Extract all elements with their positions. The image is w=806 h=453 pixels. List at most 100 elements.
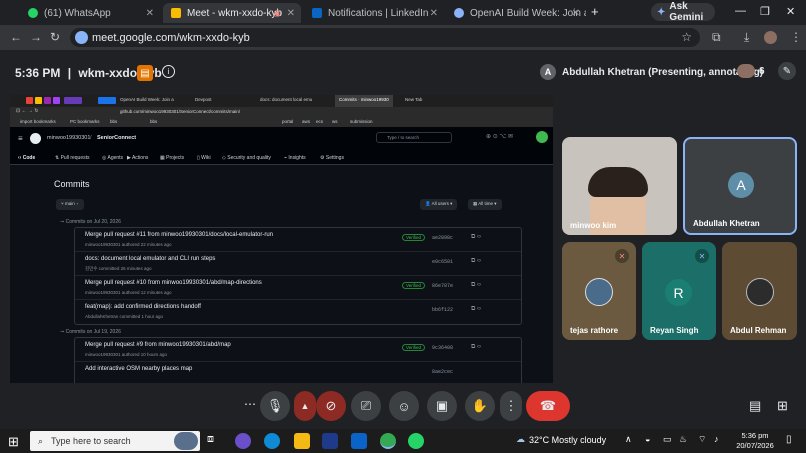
- outlook-icon[interactable]: [351, 433, 367, 449]
- forward-icon[interactable]: →: [30, 30, 42, 44]
- users-filter[interactable]: 👤 All users ▾: [420, 199, 458, 210]
- nav-security[interactable]: ◇ Security and quality: [222, 155, 271, 161]
- hamburger-icon[interactable]: ≡: [18, 134, 23, 143]
- tray-app-icon[interactable]: ♨: [679, 434, 687, 445]
- nav-wiki[interactable]: ▯ Wiki: [197, 155, 211, 161]
- commit-hash[interactable]: 86e787e: [432, 283, 453, 289]
- store-icon[interactable]: [322, 433, 338, 449]
- nav-settings[interactable]: ⚙ Settings: [320, 155, 344, 161]
- nav-agents[interactable]: ◎ Agents: [102, 155, 123, 161]
- chrome-icon[interactable]: [380, 433, 396, 449]
- close-icon[interactable]: ✕: [287, 8, 295, 19]
- copy-browse-icons[interactable]: ⧉ ‹›: [471, 306, 481, 313]
- commit-title[interactable]: Merge pull request #11 from minwoo199303…: [85, 232, 273, 238]
- commit-title[interactable]: docs: document local emulator and CLI ru…: [85, 256, 215, 262]
- commit-hash[interactable]: 8ae2cec: [432, 369, 453, 375]
- file-explorer-icon[interactable]: [294, 433, 310, 449]
- copy-browse-icons[interactable]: ⧉ ‹›: [471, 258, 481, 265]
- github-search-input[interactable]: Type / to search: [376, 132, 452, 143]
- nav-code[interactable]: ‹› Code: [18, 155, 35, 161]
- chat-icon[interactable]: ▤: [749, 398, 761, 414]
- tray-app-icon[interactable]: ◒: [645, 434, 650, 444]
- commit-hash[interactable]: e0c6501: [432, 259, 453, 265]
- commit-row[interactable]: Merge pull request #11 from minwoo199303…: [75, 228, 521, 252]
- windows-start-icon[interactable]: ⊞: [8, 434, 19, 450]
- time-filter[interactable]: ▦ All time ▾: [468, 199, 502, 210]
- bookmark-star-icon[interactable]: ☆: [681, 30, 692, 44]
- info-icon[interactable]: i: [162, 65, 175, 78]
- annotate-pen-icon[interactable]: ✎: [778, 62, 796, 80]
- whiteboard-icon[interactable]: ▤: [137, 65, 153, 81]
- whatsapp-taskbar-icon[interactable]: [408, 433, 424, 449]
- nav-insights[interactable]: ⌁ Insights: [284, 155, 306, 161]
- captions-button[interactable]: ▣: [427, 391, 457, 421]
- tab-meet[interactable]: Meet - wkm-xxdo-kyb ◉ ✕: [163, 3, 301, 23]
- copy-browse-icons[interactable]: ⧉ ‹›: [471, 234, 481, 241]
- close-icon[interactable]: ✕: [572, 8, 580, 19]
- download-icon[interactable]: ⤓: [744, 30, 749, 45]
- restore-button[interactable]: ❐: [760, 5, 770, 18]
- present-screen-button[interactable]: ⎚: [351, 391, 381, 421]
- window-close-button[interactable]: ✕: [786, 5, 795, 18]
- commit-hash[interactable]: bb6f122: [432, 307, 453, 313]
- github-logo-icon[interactable]: [30, 133, 41, 144]
- tab-openai[interactable]: OpenAI Build Week: Join a glob ✕: [446, 3, 586, 23]
- participant-tile[interactable]: minwoo kim: [562, 137, 677, 235]
- emoji-button[interactable]: ☺: [389, 391, 419, 421]
- nav-projects[interactable]: ▦ Projects: [160, 155, 184, 161]
- copy-browse-icons[interactable]: ⧉ ‹›: [471, 344, 481, 351]
- wifi-icon[interactable]: ⌔: [698, 434, 706, 445]
- leave-call-button[interactable]: ☎: [526, 391, 570, 421]
- raise-hand-button[interactable]: ✋: [465, 391, 495, 421]
- commit-title[interactable]: Merge pull request #10 from minwoo199303…: [85, 280, 262, 286]
- activities-grid-icon[interactable]: ⊞: [777, 398, 788, 414]
- participant-tile-active[interactable]: A Abdullah Khetran: [683, 137, 797, 235]
- commit-title[interactable]: Merge pull request #9 from minwoo1993030…: [85, 342, 231, 348]
- task-view-icon[interactable]: ⧈: [207, 433, 223, 449]
- taskbar-search-input[interactable]: ⌕ Type here to search: [30, 431, 200, 451]
- participants-button[interactable]: 6: [737, 64, 765, 78]
- camera-options-button[interactable]: ▲: [294, 391, 316, 421]
- reload-icon[interactable]: ↻: [50, 30, 60, 44]
- commit-row[interactable]: feat(map): add confirmed directions hand…: [75, 300, 521, 324]
- participant-tile[interactable]: Abdul Rehman: [722, 242, 797, 340]
- commit-hash[interactable]: 9c36408: [432, 345, 453, 351]
- repo-name[interactable]: SeniorConnect: [97, 135, 136, 141]
- volume-icon[interactable]: ♪: [714, 434, 719, 444]
- user-avatar[interactable]: [536, 131, 548, 143]
- address-bar[interactable]: meet.google.com/wkm-xxdo-kyb ☆: [70, 28, 700, 47]
- tray-app-icon[interactable]: ▭: [663, 434, 672, 445]
- tab-linkedin[interactable]: Notifications | LinkedIn ✕: [304, 3, 444, 23]
- nav-pull-requests[interactable]: ⇅ Pull requests: [55, 155, 90, 161]
- commit-title[interactable]: feat(map): add confirmed directions hand…: [85, 304, 201, 310]
- commit-row[interactable]: docs: document local emulator and CLI ru…: [75, 252, 521, 276]
- site-info-icon[interactable]: [75, 31, 88, 44]
- commit-row[interactable]: Merge pull request #10 from minwoo199303…: [75, 276, 521, 300]
- minimize-button[interactable]: —: [735, 5, 746, 17]
- close-icon[interactable]: ✕: [430, 8, 438, 19]
- camera-off-button[interactable]: ⊘: [316, 391, 346, 421]
- edge-icon[interactable]: [264, 433, 280, 449]
- system-clock[interactable]: 5:36 pm 20/07/2026: [735, 431, 775, 451]
- weather-widget[interactable]: ☁ 32°C Mostly cloudy: [516, 434, 606, 445]
- commit-hash[interactable]: ae2898c: [432, 235, 453, 241]
- tab-whatsapp[interactable]: (61) WhatsApp ✕: [20, 3, 160, 23]
- copilot-icon[interactable]: [235, 433, 251, 449]
- commit-row[interactable]: Merge pull request #9 from minwoo1993030…: [75, 338, 521, 362]
- close-icon[interactable]: ✕: [146, 8, 154, 19]
- tray-chevron-icon[interactable]: ∧: [625, 434, 632, 445]
- commit-row[interactable]: Add interactive OSM nearby places map 8a…: [75, 362, 521, 383]
- participant-tile[interactable]: ✕ R Reyan Singh: [642, 242, 716, 340]
- notifications-icon[interactable]: ▯: [786, 434, 792, 445]
- microphone-button[interactable]: 🎙: [260, 391, 290, 421]
- extensions-icon[interactable]: ⧉: [712, 30, 721, 45]
- participant-tile[interactable]: ✕ tejas rathore: [562, 242, 636, 340]
- github-header-icons[interactable]: ⊕ ⊙ ⌥ ✉: [486, 133, 513, 140]
- branch-selector[interactable]: ⑂ main ▾: [56, 199, 84, 210]
- ask-gemini-button[interactable]: ✦ Ask Gemini: [651, 1, 715, 23]
- more-options-dots-icon[interactable]: ⋯: [244, 397, 256, 411]
- nav-actions[interactable]: ▶ Actions: [127, 155, 148, 161]
- commit-title[interactable]: Add interactive OSM nearby places map: [85, 366, 192, 372]
- new-tab-button[interactable]: +: [591, 4, 599, 19]
- menu-icon[interactable]: ⋮: [790, 30, 802, 44]
